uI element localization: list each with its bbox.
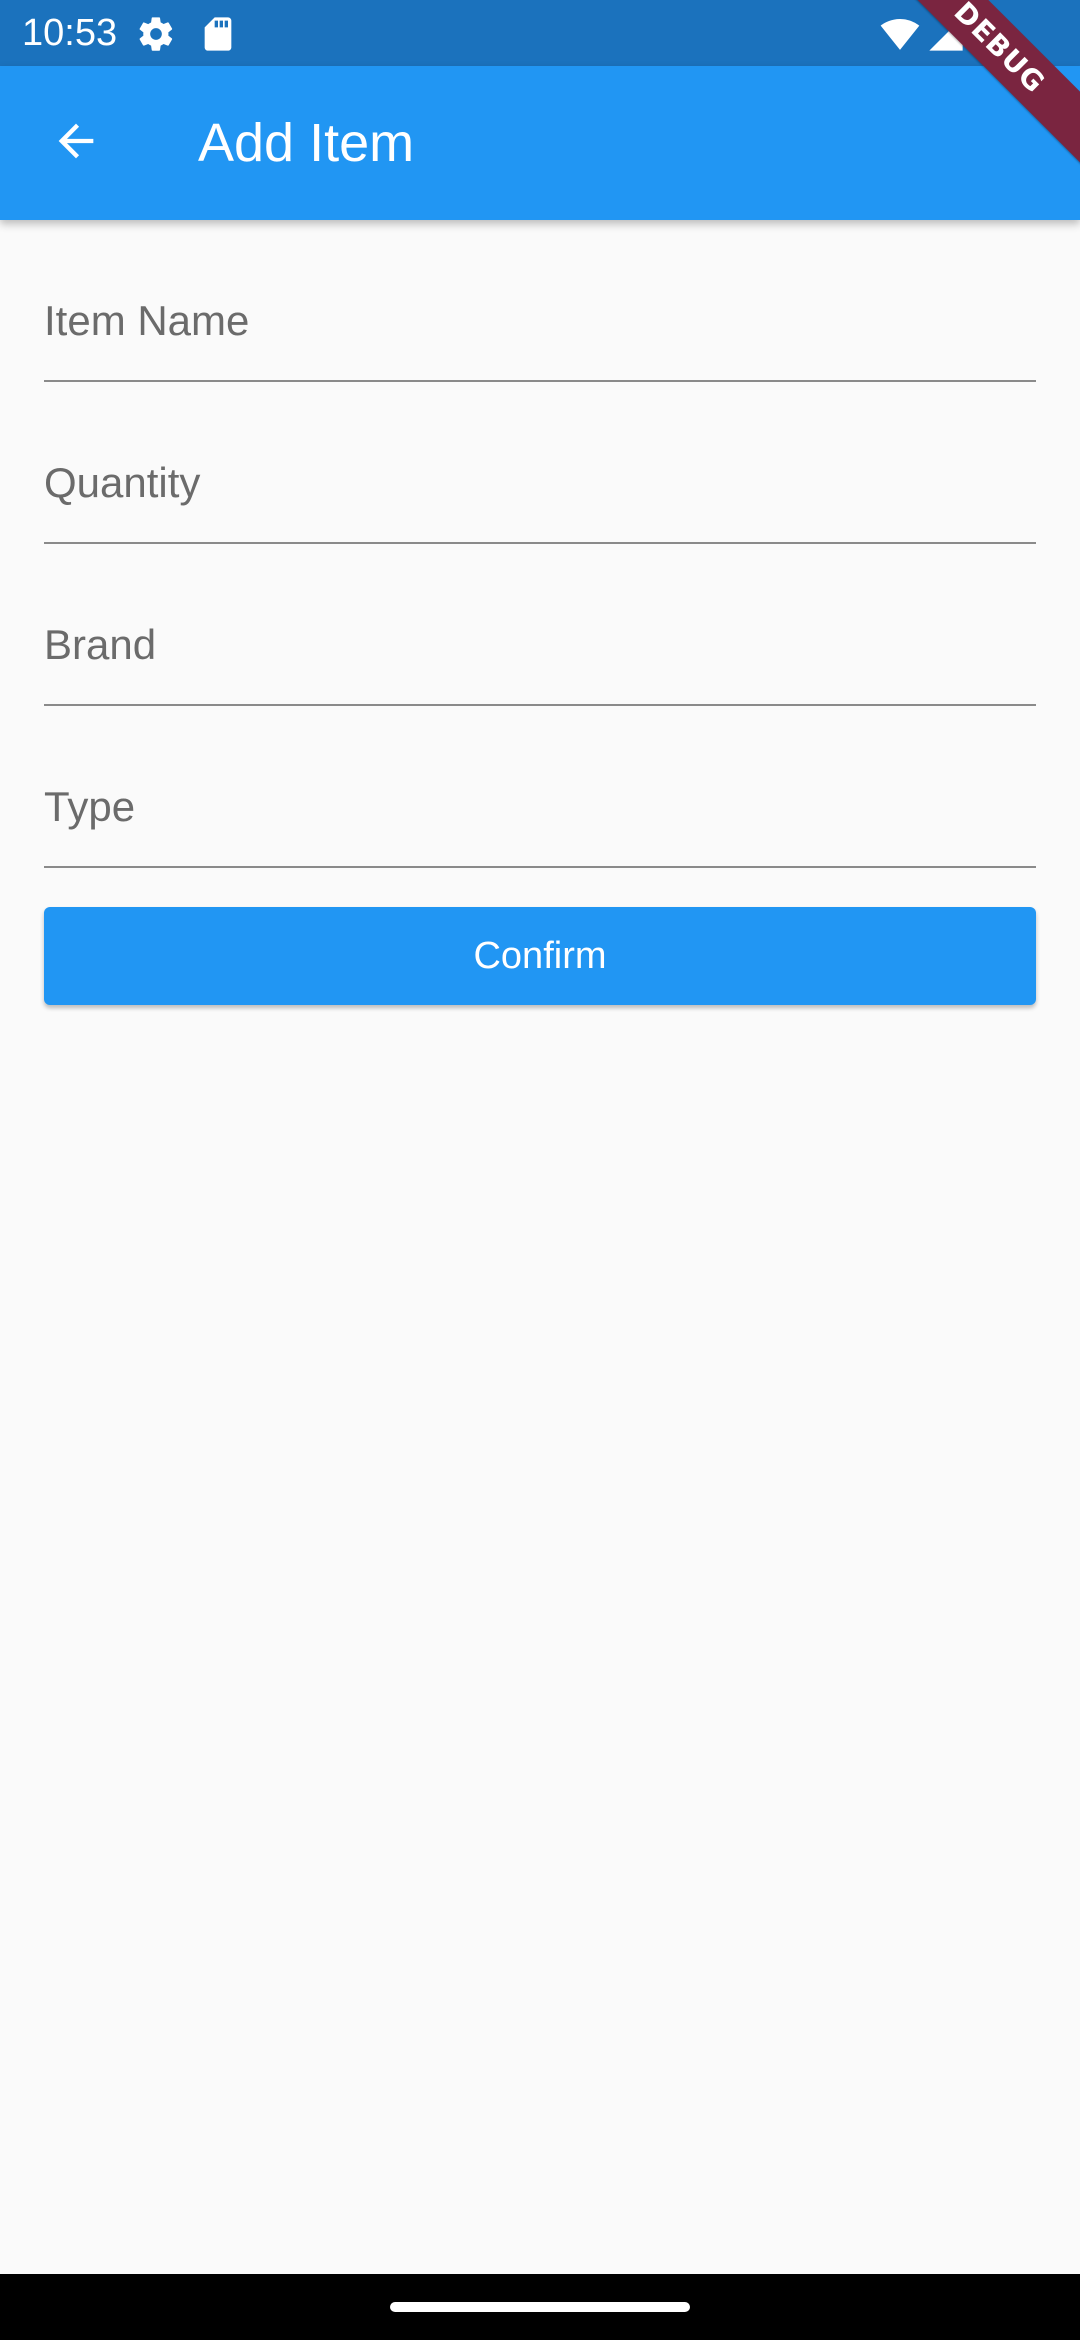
add-item-screen: 10:53 DEBUG Add Item Item Name Quantity … — [0, 0, 1080, 2340]
add-item-form: Item Name Quantity Brand Type — [44, 220, 1036, 868]
brand-field-container: Brand — [44, 544, 1036, 706]
home-indicator[interactable] — [390, 2302, 690, 2312]
type-field-container: Type — [44, 706, 1036, 868]
page-title: Add Item — [198, 113, 415, 173]
quantity-field-container: Quantity — [44, 382, 1036, 544]
system-nav-bar — [0, 2274, 1080, 2340]
settings-gear-icon — [136, 14, 176, 54]
confirm-button[interactable]: Confirm — [44, 907, 1036, 1005]
status-bar: 10:53 — [0, 0, 1080, 66]
app-bar: Add Item — [0, 66, 1080, 220]
back-button[interactable] — [32, 99, 120, 187]
item-name-input[interactable] — [44, 220, 1036, 382]
brand-input[interactable] — [44, 544, 1036, 706]
quantity-input[interactable] — [44, 382, 1036, 544]
sd-card-icon — [198, 14, 238, 54]
status-time: 10:53 — [22, 12, 118, 54]
type-input[interactable] — [44, 706, 1036, 868]
wifi-icon — [880, 14, 920, 54]
item-name-field-container: Item Name — [44, 220, 1036, 382]
arrow-back-icon — [50, 115, 102, 172]
